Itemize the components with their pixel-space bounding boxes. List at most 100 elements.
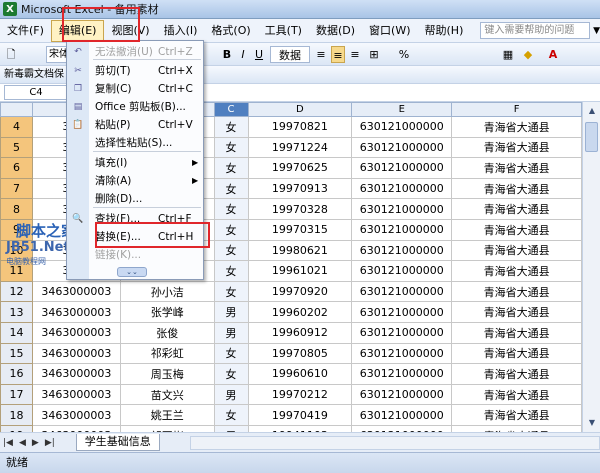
row-header[interactable]: 6 xyxy=(0,157,33,179)
grid-cell[interactable]: 630121000000 xyxy=(351,404,453,426)
grid-cell[interactable]: 青海省大通县 xyxy=(451,404,582,426)
grid-cell[interactable]: 男 xyxy=(213,383,249,406)
grid-cell[interactable]: 630121000000 xyxy=(351,198,453,220)
menu-format[interactable]: 格式(O) xyxy=(204,20,257,42)
help-search-input[interactable]: 键入需要帮助的问题 xyxy=(480,22,591,39)
number-format-select[interactable]: 数据 xyxy=(270,46,310,63)
grid-cell[interactable]: 青海省大通县 xyxy=(451,198,582,220)
menu-item[interactable]: 📋 粘贴(P) Ctrl+V xyxy=(67,116,203,134)
font-color-icon[interactable]: A xyxy=(545,46,561,63)
grid-cell[interactable]: 青海省大通县 xyxy=(451,136,582,159)
menu-data[interactable]: 数据(D) xyxy=(309,20,362,42)
grid-cell[interactable]: 女 xyxy=(213,157,249,179)
grid-cell[interactable]: 女 xyxy=(213,404,249,426)
row-header[interactable]: 13 xyxy=(0,301,33,323)
row-header[interactable]: 4 xyxy=(0,116,33,138)
column-header-e[interactable]: E xyxy=(351,102,453,117)
grid-cell[interactable]: 630121000000 xyxy=(351,363,453,385)
grid-cell[interactable]: 19941103 xyxy=(247,424,353,432)
row-header[interactable]: 17 xyxy=(0,383,33,406)
grid-cell[interactable]: 19960202 xyxy=(247,301,353,323)
grid-cell[interactable]: 女 xyxy=(213,177,249,200)
grid-cell[interactable]: 青海省大通县 xyxy=(451,116,582,138)
grid-cell[interactable]: 青海省大通县 xyxy=(451,301,582,323)
menu-window[interactable]: 窗口(W) xyxy=(362,20,417,42)
merge-center-icon[interactable]: ⊞ xyxy=(367,46,381,63)
grid-cell[interactable]: 张俊 xyxy=(119,321,215,344)
grid-cell[interactable]: 孙小洁 xyxy=(119,280,215,303)
expand-menu-icon[interactable]: ⌄⌄ xyxy=(117,267,147,277)
menu-tools[interactable]: 工具(T) xyxy=(258,20,309,42)
grid-cell[interactable]: 青海省大通县 xyxy=(451,424,582,432)
first-sheet-icon[interactable]: |◀ xyxy=(0,438,16,448)
grid-cell[interactable]: 630121000000 xyxy=(351,260,453,282)
grid-cell[interactable]: 19970419 xyxy=(247,404,353,426)
grid-cell[interactable]: 19970328 xyxy=(247,198,353,220)
grid-cell[interactable]: 女 xyxy=(213,136,249,159)
grid-cell[interactable]: 青海省大通县 xyxy=(451,260,582,282)
next-sheet-icon[interactable]: ▶ xyxy=(29,438,42,448)
corner-cell[interactable] xyxy=(0,102,33,117)
grid-cell[interactable]: 3463000003 xyxy=(31,280,121,303)
grid-cell[interactable]: 19970625 xyxy=(247,157,353,179)
name-box[interactable]: C4 xyxy=(4,85,68,100)
menu-item[interactable]: 填充(I) ▶ xyxy=(67,154,203,172)
font-name-select[interactable]: 宋体 xyxy=(46,46,68,63)
grid-cell[interactable]: 姚王兰 xyxy=(119,404,215,426)
bold-button[interactable]: B xyxy=(220,46,234,63)
row-header[interactable]: 15 xyxy=(0,342,33,365)
grid-cell[interactable]: 630121000000 xyxy=(351,239,453,262)
grid-cell[interactable]: 青海省大通县 xyxy=(451,383,582,406)
grid-cell[interactable]: 630121000000 xyxy=(351,342,453,365)
grid-cell[interactable]: 女 xyxy=(213,239,249,262)
grid-cell[interactable]: 青海省大通县 xyxy=(451,342,582,365)
grid-cell[interactable]: 3463000003 xyxy=(31,383,121,406)
grid-cell[interactable]: 630121000000 xyxy=(351,301,453,323)
grid-cell[interactable]: 19970821 xyxy=(247,116,353,138)
grid-cell[interactable]: 3463000003 xyxy=(31,363,121,385)
grid-cell[interactable]: 630121000000 xyxy=(351,321,453,344)
grid-cell[interactable]: 青海省大通县 xyxy=(451,239,582,262)
grid-cell[interactable]: 青海省大通县 xyxy=(451,157,582,179)
grid-cell[interactable]: 女 xyxy=(213,280,249,303)
toolbar2-label[interactable]: 新毒霸文档保 xyxy=(4,69,64,80)
grid-cell[interactable]: 男 xyxy=(213,321,249,344)
grid-cell[interactable]: 19970805 xyxy=(247,342,353,365)
italic-button[interactable]: I xyxy=(236,46,250,63)
grid-cell[interactable]: 3463000003 xyxy=(31,321,121,344)
align-center-icon[interactable]: ≡ xyxy=(331,46,345,63)
grid-cell[interactable]: 女 xyxy=(213,363,249,385)
grid-cell[interactable]: 青海省大通县 xyxy=(451,321,582,344)
grid-cell[interactable]: 张学峰 xyxy=(119,301,215,323)
new-file-icon[interactable]: 🗋 xyxy=(4,46,18,63)
sheet-tab-active[interactable]: 学生基础信息 xyxy=(75,434,160,451)
grid-cell[interactable]: 女 xyxy=(213,218,249,241)
grid-cell[interactable]: 19970913 xyxy=(247,177,353,200)
scroll-down-icon[interactable]: ▼ xyxy=(585,416,599,430)
grid-cell[interactable]: 19970212 xyxy=(247,383,353,406)
menu-item[interactable]: ↶ 无法撤消(U) Ctrl+Z xyxy=(67,43,203,61)
menu-item[interactable]: 链接(K)... xyxy=(67,246,203,264)
row-header[interactable]: 12 xyxy=(0,280,33,303)
menu-item[interactable]: 清除(A) ▶ xyxy=(67,172,203,190)
menu-file[interactable]: 文件(F) xyxy=(0,20,51,42)
grid-cell[interactable]: 3463000003 xyxy=(31,404,121,426)
menu-insert[interactable]: 插入(I) xyxy=(157,20,205,42)
grid-cell[interactable]: 祁围彬 xyxy=(119,424,215,432)
grid-cell[interactable]: 19960610 xyxy=(247,363,353,385)
grid-cell[interactable]: 青海省大通县 xyxy=(451,177,582,200)
grid-cell[interactable]: 630121000000 xyxy=(351,424,453,432)
grid-cell[interactable]: 3463000003 xyxy=(31,342,121,365)
grid-cell[interactable]: 青海省大通县 xyxy=(451,280,582,303)
grid-cell[interactable]: 630121000000 xyxy=(351,383,453,406)
grid-cell[interactable]: 周玉梅 xyxy=(119,363,215,385)
row-header[interactable]: 19 xyxy=(0,424,33,432)
grid-cell[interactable]: 19970920 xyxy=(247,280,353,303)
row-header[interactable]: 16 xyxy=(0,363,33,385)
row-header[interactable]: 8 xyxy=(0,198,33,220)
column-header-d[interactable]: D xyxy=(247,102,353,117)
grid-cell[interactable]: 青海省大通县 xyxy=(451,363,582,385)
grid-cell[interactable]: 630121000000 xyxy=(351,136,453,159)
grid-cell[interactable]: 女 xyxy=(213,260,249,282)
grid-cell[interactable]: 630121000000 xyxy=(351,157,453,179)
